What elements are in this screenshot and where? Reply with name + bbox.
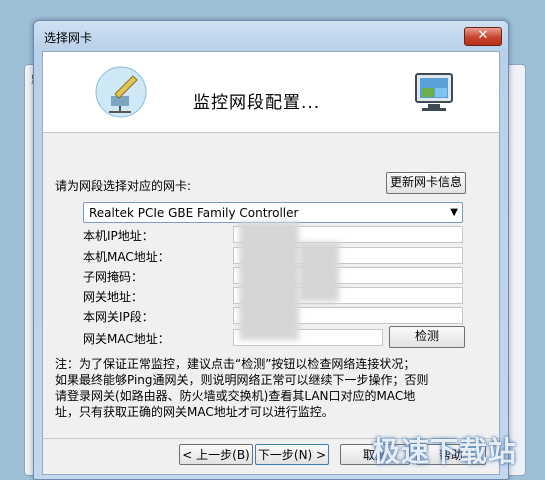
note-line: 如果最终能够Ping通网关，则说明网络正常可以继续下一步操作；否则 xyxy=(55,373,429,387)
local-ip-label: 本机IP地址： xyxy=(83,229,154,243)
nic-prompt-label: 请为网段选择对应的网卡: xyxy=(55,179,192,193)
header-panel: 监控网段配置... xyxy=(43,52,499,133)
nic-select[interactable]: Realtek PCIe GBE Family Controller ▼ xyxy=(83,202,463,223)
header-title: 监控网段配置... xyxy=(193,93,321,113)
next-button[interactable]: 下一步(N) > xyxy=(255,444,329,465)
gateway-mac-label: 网关MAC地址： xyxy=(83,332,170,346)
network-config-icon xyxy=(95,66,147,118)
nic-select-value: Realtek PCIe GBE Family Controller xyxy=(89,206,299,220)
note-line: 注：为了保证正常监控，建议点击“检测”按钮以检查网络连接状况； xyxy=(55,357,416,371)
note-line: 址，只有获取正确的网关MAC地址才可以进行监控。 xyxy=(55,405,334,419)
local-mac-label: 本机MAC地址： xyxy=(83,250,170,264)
detect-button[interactable]: 检测 xyxy=(389,326,465,348)
title-bar[interactable]: 选择网卡 ✕ xyxy=(34,21,508,51)
dialog-client: 监控网段配置... 请为网段选择对应的网卡: 更新网卡信息 Realtek PC… xyxy=(42,51,500,475)
redacted-values xyxy=(239,222,299,340)
subnet-mask-label: 子网掩码： xyxy=(83,270,144,284)
watermark-logo: 极速下载站 xyxy=(372,435,518,468)
gateway-ip-range-label: 本网关IP段： xyxy=(83,310,154,324)
refresh-nic-button[interactable]: 更新网卡信息 xyxy=(386,172,466,194)
redacted-values-2 xyxy=(299,242,339,302)
select-nic-dialog: 选择网卡 ✕ 监控网段配置... 请为网段选择对应的网卡: 更新网卡信息 Rea… xyxy=(33,20,509,480)
back-button[interactable]: < 上一步(B) xyxy=(179,444,253,465)
note-text: 注：为了保证正常监控，建议点击“检测”按钮以检查网络连接状况； 如果最终能够Pi… xyxy=(55,356,485,420)
dialog-title: 选择网卡 xyxy=(44,31,93,45)
close-button[interactable]: ✕ xyxy=(464,27,502,46)
note-line: 请登录网关(如路由器、防火墙或交换机)查看其LAN口对应的MAC地 xyxy=(55,389,416,403)
monitor-icon xyxy=(415,73,453,111)
gateway-address-label: 网关地址： xyxy=(83,290,144,304)
chevron-down-icon[interactable]: ▼ xyxy=(450,207,458,218)
